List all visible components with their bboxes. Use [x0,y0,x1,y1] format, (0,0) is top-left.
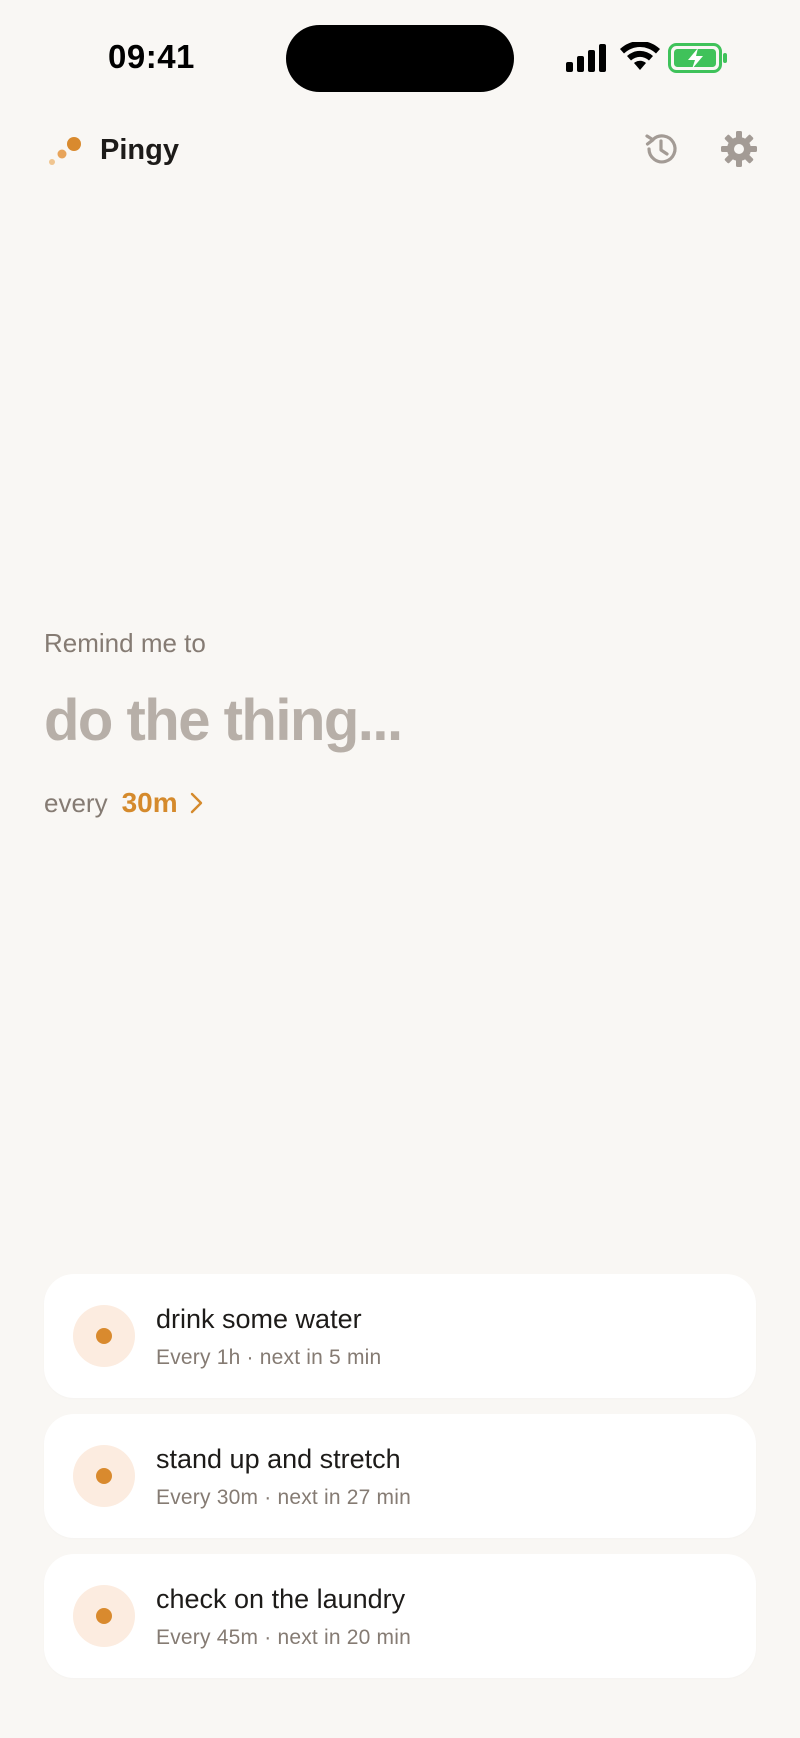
reminder-composer: Remind me to do the thing... every 30m [44,628,756,819]
battery-charging-icon [668,43,727,73]
dynamic-island [286,25,514,92]
signal-icon [566,44,606,72]
gear-icon [721,131,757,167]
chevron-right-icon [190,792,202,814]
interval-value: 30m [121,787,178,818]
status-time: 09:41 [108,38,195,75]
app-title: Pingy [100,134,179,166]
reminder-meta: Every 30m · next in 27 min [156,1486,411,1509]
reminder-meta: Every 45m · next in 20 min [156,1626,411,1649]
wifi-icon [620,42,660,70]
reminder-title: drink some water [156,1304,362,1334]
remind-prompt-label: Remind me to [44,628,206,658]
interval-selector[interactable]: 30m [122,787,204,819]
reminder-list: drink some water Every 1h · next in 5 mi… [44,1274,756,1694]
pingy-logo-icon [49,137,81,165]
reminder-card[interactable]: stand up and stretch Every 30m · next in… [44,1414,756,1538]
reminder-title: check on the laundry [156,1584,406,1614]
status-bar: 09:41 [0,0,800,110]
settings-button[interactable] [718,128,760,170]
reminder-meta: Every 1h · next in 5 min [156,1346,382,1369]
task-input[interactable]: do the thing... [44,683,756,759]
reminder-title: stand up and stretch [156,1444,401,1474]
reminder-card[interactable]: drink some water Every 1h · next in 5 mi… [44,1274,756,1398]
every-label: every [44,788,108,818]
interval-row: every 30m [44,787,756,819]
reminder-dot-icon [73,1445,135,1507]
reminder-dot-icon [73,1585,135,1647]
app-header: Pingy [0,120,800,180]
reminder-card[interactable]: check on the laundry Every 45m · next in… [44,1554,756,1678]
reminder-dot-icon [73,1305,135,1367]
history-button[interactable] [640,128,682,170]
history-icon [645,134,677,164]
